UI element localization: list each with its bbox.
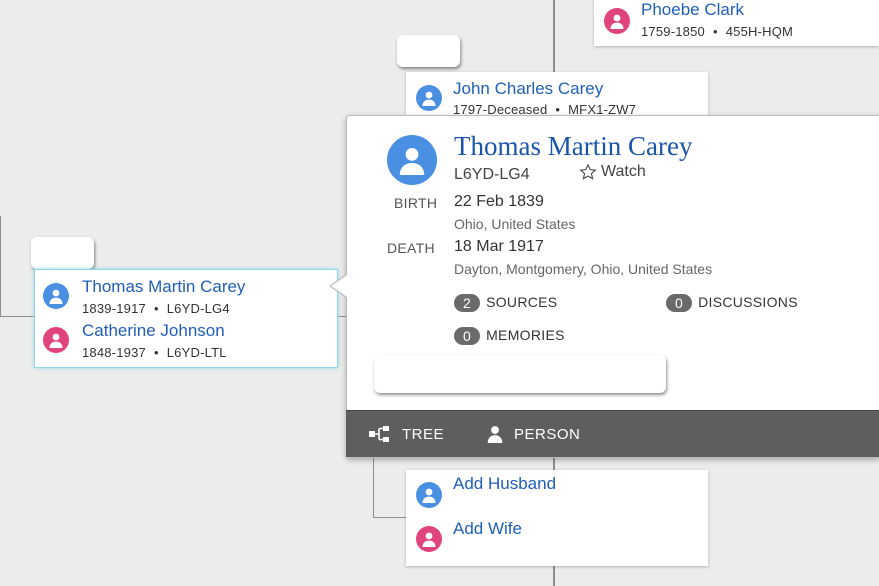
add-wife-link[interactable]: Add Wife bbox=[453, 519, 522, 539]
popup-toolbar: TREE PERSON bbox=[346, 410, 879, 457]
watch-button[interactable]: Watch bbox=[579, 163, 646, 181]
life-dates: 1848-1937 bbox=[82, 345, 146, 360]
person-icon bbox=[43, 327, 69, 353]
death-label: DEATH bbox=[387, 240, 435, 256]
death-place: Dayton, Montgomery, Ohio, United States bbox=[454, 261, 713, 277]
person-card-phoebe-clark[interactable]: Phoebe Clark 1759-1850 • 455H-HQM bbox=[594, 0, 879, 46]
person-card-john-charles-carey[interactable]: John Charles Carey 1797-Deceased • MFX1-ZW… bbox=[406, 72, 708, 117]
sources-label: SOURCES bbox=[486, 294, 558, 310]
person-icon bbox=[416, 85, 442, 111]
discussions-link[interactable]: 0 DISCUSSIONS bbox=[666, 294, 798, 313]
wife-meta: 1848-1937 • L6YD-LTL bbox=[82, 345, 227, 360]
tree-connector bbox=[338, 316, 346, 317]
person-id: L6YD-LG4 bbox=[166, 301, 230, 316]
add-husband-link[interactable]: Add Husband bbox=[453, 474, 556, 494]
tree-button[interactable]: TREE bbox=[368, 411, 444, 457]
person-icon bbox=[487, 426, 503, 443]
wife-name[interactable]: Catherine Johnson bbox=[82, 321, 225, 341]
tree-connector bbox=[373, 456, 374, 518]
empty-tab bbox=[31, 237, 94, 269]
separator-dot: • bbox=[153, 345, 159, 360]
discussions-label: DISCUSSIONS bbox=[698, 294, 798, 310]
watch-label: Watch bbox=[601, 163, 646, 180]
empty-tab bbox=[397, 35, 460, 67]
tree-connector bbox=[0, 216, 1, 317]
person-button[interactable]: PERSON bbox=[486, 411, 580, 457]
birth-label: BIRTH bbox=[394, 195, 438, 211]
star-icon bbox=[579, 163, 597, 180]
popup-pointer bbox=[331, 275, 347, 297]
memories-link[interactable]: 0 MEMORIES bbox=[454, 327, 565, 346]
person-icon bbox=[43, 283, 69, 309]
birth-place: Ohio, United States bbox=[454, 216, 576, 232]
person-name[interactable]: John Charles Carey bbox=[453, 79, 603, 99]
birth-date: 22 Feb 1839 bbox=[454, 193, 544, 210]
person-label: PERSON bbox=[514, 425, 581, 443]
person-id: L6YD-LTL bbox=[166, 345, 227, 360]
add-spouse-card: Add Husband Add Wife bbox=[406, 470, 708, 566]
popup-person-id: L6YD-LG4 bbox=[454, 166, 530, 183]
discussions-count-badge: 0 bbox=[666, 294, 693, 313]
person-name[interactable]: Phoebe Clark bbox=[641, 0, 744, 20]
husband-name[interactable]: Thomas Martin Carey bbox=[82, 277, 245, 297]
tree-label: TREE bbox=[402, 425, 445, 443]
memories-label: MEMORIES bbox=[486, 327, 565, 343]
person-icon bbox=[604, 8, 630, 34]
popup-person-name[interactable]: Thomas Martin Carey bbox=[454, 131, 692, 162]
memories-count-badge: 0 bbox=[454, 327, 481, 346]
tree-connector bbox=[373, 517, 407, 518]
life-dates: 1839-1917 bbox=[82, 301, 146, 316]
tree-connector bbox=[0, 316, 34, 317]
person-popup: Thomas Martin Carey L6YD-LG4 Watch BIRTH… bbox=[346, 115, 879, 458]
sources-link[interactable]: 2 SOURCES bbox=[454, 294, 558, 313]
person-icon bbox=[416, 526, 442, 552]
death-date: 18 Mar 1917 bbox=[454, 238, 544, 255]
sources-count-badge: 2 bbox=[454, 294, 481, 313]
couple-card[interactable]: Thomas Martin Carey 1839-1917 • L6YD-LG4 C… bbox=[34, 269, 338, 368]
tree-icon bbox=[369, 426, 389, 442]
person-meta: 1759-1850 • 455H-HQM bbox=[641, 24, 793, 39]
separator-dot: • bbox=[153, 301, 159, 316]
person-icon bbox=[416, 482, 442, 508]
person-icon bbox=[387, 135, 437, 185]
life-dates: 1759-1850 bbox=[641, 24, 705, 39]
husband-meta: 1839-1917 • L6YD-LG4 bbox=[82, 301, 230, 316]
person-id: 455H-HQM bbox=[725, 24, 794, 39]
empty-tab bbox=[374, 355, 666, 393]
separator-dot: • bbox=[712, 24, 718, 39]
